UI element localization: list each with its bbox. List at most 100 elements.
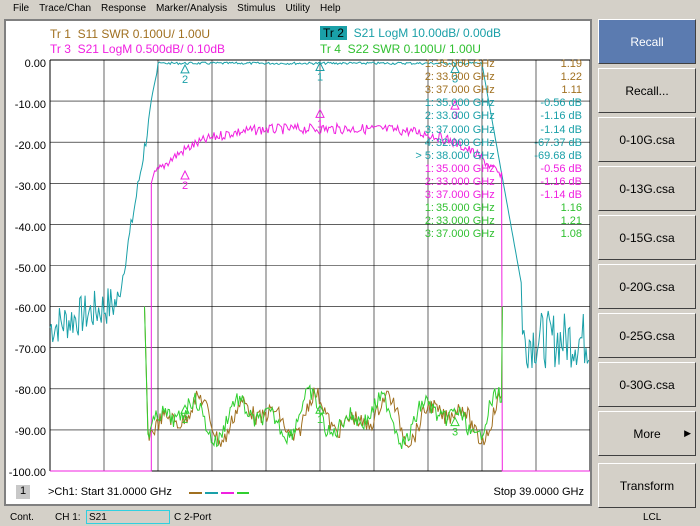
marker-frequency: 33.000 GHz xyxy=(436,175,495,188)
menu-marker-analysis[interactable]: Marker/Analysis xyxy=(151,0,232,18)
marker-triangle-icon xyxy=(180,63,190,74)
marker-triangle-icon xyxy=(180,169,190,180)
trace-1-s11 xyxy=(144,306,503,449)
marker-value: 1.19 xyxy=(560,58,582,70)
softkey-label: 0-30G.csa xyxy=(619,377,675,392)
marker-frequency: 35.000 GHz xyxy=(436,58,495,70)
marker-label: 2 xyxy=(182,414,188,426)
softkey-recall[interactable]: Recall... xyxy=(598,68,696,113)
trace-4-s22 xyxy=(144,306,503,450)
marker-frequency: 37.000 GHz xyxy=(436,189,495,201)
chart-window[interactable]: 213213213 Tr 1 S11 SWR 0.100U/ 1.00U Tr … xyxy=(4,19,592,506)
stop-frequency[interactable]: Stop 39.0000 GHz xyxy=(493,486,584,498)
marker-number: > 5: xyxy=(415,149,434,162)
menu-trace-chan[interactable]: Trace/Chan xyxy=(34,0,96,18)
marker-value: -0.56 dB xyxy=(540,162,582,175)
marker-frequency: 32.000 GHz xyxy=(436,136,495,149)
y-axis-label: -60.00 xyxy=(14,303,46,316)
softkey-recall[interactable]: Recall xyxy=(598,19,696,64)
marker-value: -1.16 dB xyxy=(540,175,582,188)
calibration-status: C 2-Port xyxy=(174,512,212,523)
y-axis-label: -40.00 xyxy=(14,221,46,234)
softkey-label: 0-10G.csa xyxy=(619,132,675,147)
y-axis-label: -20.00 xyxy=(14,139,46,152)
menu-stimulus[interactable]: Stimulus xyxy=(232,0,280,18)
y-axis-label: -10.00 xyxy=(14,98,46,111)
menu-response[interactable]: Response xyxy=(96,0,151,18)
y-axis-label: 0.00 xyxy=(24,58,46,70)
channel-number[interactable]: 1 xyxy=(16,485,30,499)
start-frequency[interactable]: >Ch1: Start 31.0000 GHz xyxy=(48,486,172,498)
marker-number: 3: xyxy=(424,228,434,241)
marker-value: -0.56 dB xyxy=(540,97,582,110)
marker-label: 1 xyxy=(317,118,323,130)
marker-number: 1: xyxy=(424,97,434,110)
softkey-0-25g-csa[interactable]: 0-25G.csa xyxy=(598,313,696,358)
softkey-label: More xyxy=(633,426,661,441)
marker-frequency: 35.000 GHz xyxy=(436,97,495,110)
marker-value: -67.37 dB xyxy=(534,136,582,149)
menu-help[interactable]: Help xyxy=(315,0,346,18)
marker-number: 3: xyxy=(424,189,434,201)
marker-number: 1: xyxy=(424,202,434,215)
marker-frequency: 33.000 GHz xyxy=(436,215,495,228)
marker-value: 1.08 xyxy=(560,228,582,241)
marker-frequency: 33.000 GHz xyxy=(436,71,495,84)
marker-label: 2 xyxy=(182,74,188,86)
y-axis-label: -80.00 xyxy=(14,385,46,398)
y-axis-label: -70.00 xyxy=(14,344,46,357)
marker-label: 1 xyxy=(317,71,323,83)
marker-value: 1.11 xyxy=(561,84,582,97)
marker-value: 1.16 xyxy=(560,202,582,215)
marker-number: 4: xyxy=(424,136,434,149)
triangle-right-icon: ▶ xyxy=(684,428,691,438)
trace-plot[interactable]: 2 1 32132 13 xyxy=(6,21,590,504)
marker-value: -1.14 dB xyxy=(540,189,582,201)
marker-number: 2: xyxy=(424,110,434,123)
softkey-0-13g-csa[interactable]: 0-13G.csa xyxy=(598,166,696,211)
softkey-label: 0-13G.csa xyxy=(619,181,675,196)
trace-legend-swatches xyxy=(189,492,249,494)
marker-frequency: 33.000 GHz xyxy=(436,110,495,123)
y-axis-label: -30.00 xyxy=(14,180,46,193)
marker-number: 1: xyxy=(424,58,434,70)
marker-frequency: 35.000 GHz xyxy=(436,162,495,175)
active-parameter[interactable]: S21 xyxy=(86,510,170,524)
softkey-label: Transform xyxy=(619,478,675,493)
trace-1-header[interactable]: Tr 1 S11 SWR 0.100U/ 1.00U xyxy=(50,27,210,41)
menu-utility[interactable]: Utility xyxy=(281,0,315,18)
marker-frequency: 37.000 GHz xyxy=(436,228,495,241)
marker-value: 1.22 xyxy=(560,71,582,84)
marker-label: 3 xyxy=(452,427,458,439)
softkey-transform[interactable]: Transform xyxy=(598,463,696,508)
channel-label: CH 1: xyxy=(55,512,81,523)
softkey-label: Recall... xyxy=(625,83,669,98)
softkey-more[interactable]: More ▶ xyxy=(598,411,696,456)
trace-2-header[interactable]: Tr 2 S21 LogM 10.00dB/ 0.00dB xyxy=(320,26,501,40)
marker-number: 2: xyxy=(424,215,434,228)
softkey-label: 0-25G.csa xyxy=(619,328,675,343)
menu-file[interactable]: File xyxy=(8,0,34,18)
softkey-0-20g-csa[interactable]: 0-20G.csa xyxy=(598,264,696,309)
marker-value: -1.16 dB xyxy=(540,110,582,123)
marker-label: 2 xyxy=(182,180,188,192)
trace-4-header[interactable]: Tr 4 S22 SWR 0.100U/ 1.00U xyxy=(320,42,481,56)
softkey-0-15g-csa[interactable]: 0-15G.csa xyxy=(598,215,696,260)
softkey-label: 0-15G.csa xyxy=(619,230,675,245)
y-axis-label: -100.00 xyxy=(8,467,46,479)
status-bar: Cont. CH 1: S21 C 2-Port LCL xyxy=(0,508,700,526)
softkey-label: 0-20G.csa xyxy=(619,279,675,294)
y-axis-label: -50.00 xyxy=(14,262,46,275)
marker-frequency: 37.000 GHz xyxy=(436,84,495,97)
marker-frequency: 35.000 GHz xyxy=(436,202,495,215)
marker-number: 3: xyxy=(424,123,434,136)
marker-number: 2: xyxy=(424,175,434,188)
sweep-mode: Cont. xyxy=(10,512,34,523)
marker-frequency: 37.000 GHz xyxy=(436,123,495,136)
softkey-0-10g-csa[interactable]: 0-10G.csa xyxy=(598,117,696,162)
softkey-0-30g-csa[interactable]: 0-30G.csa xyxy=(598,362,696,407)
trace-2-s21 xyxy=(49,61,590,369)
trace-3-header[interactable]: Tr 3 S21 LogM 0.500dB/ 0.10dB xyxy=(50,42,225,56)
marker-value: 1.21 xyxy=(560,215,582,228)
y-axis-label: -90.00 xyxy=(14,426,46,439)
